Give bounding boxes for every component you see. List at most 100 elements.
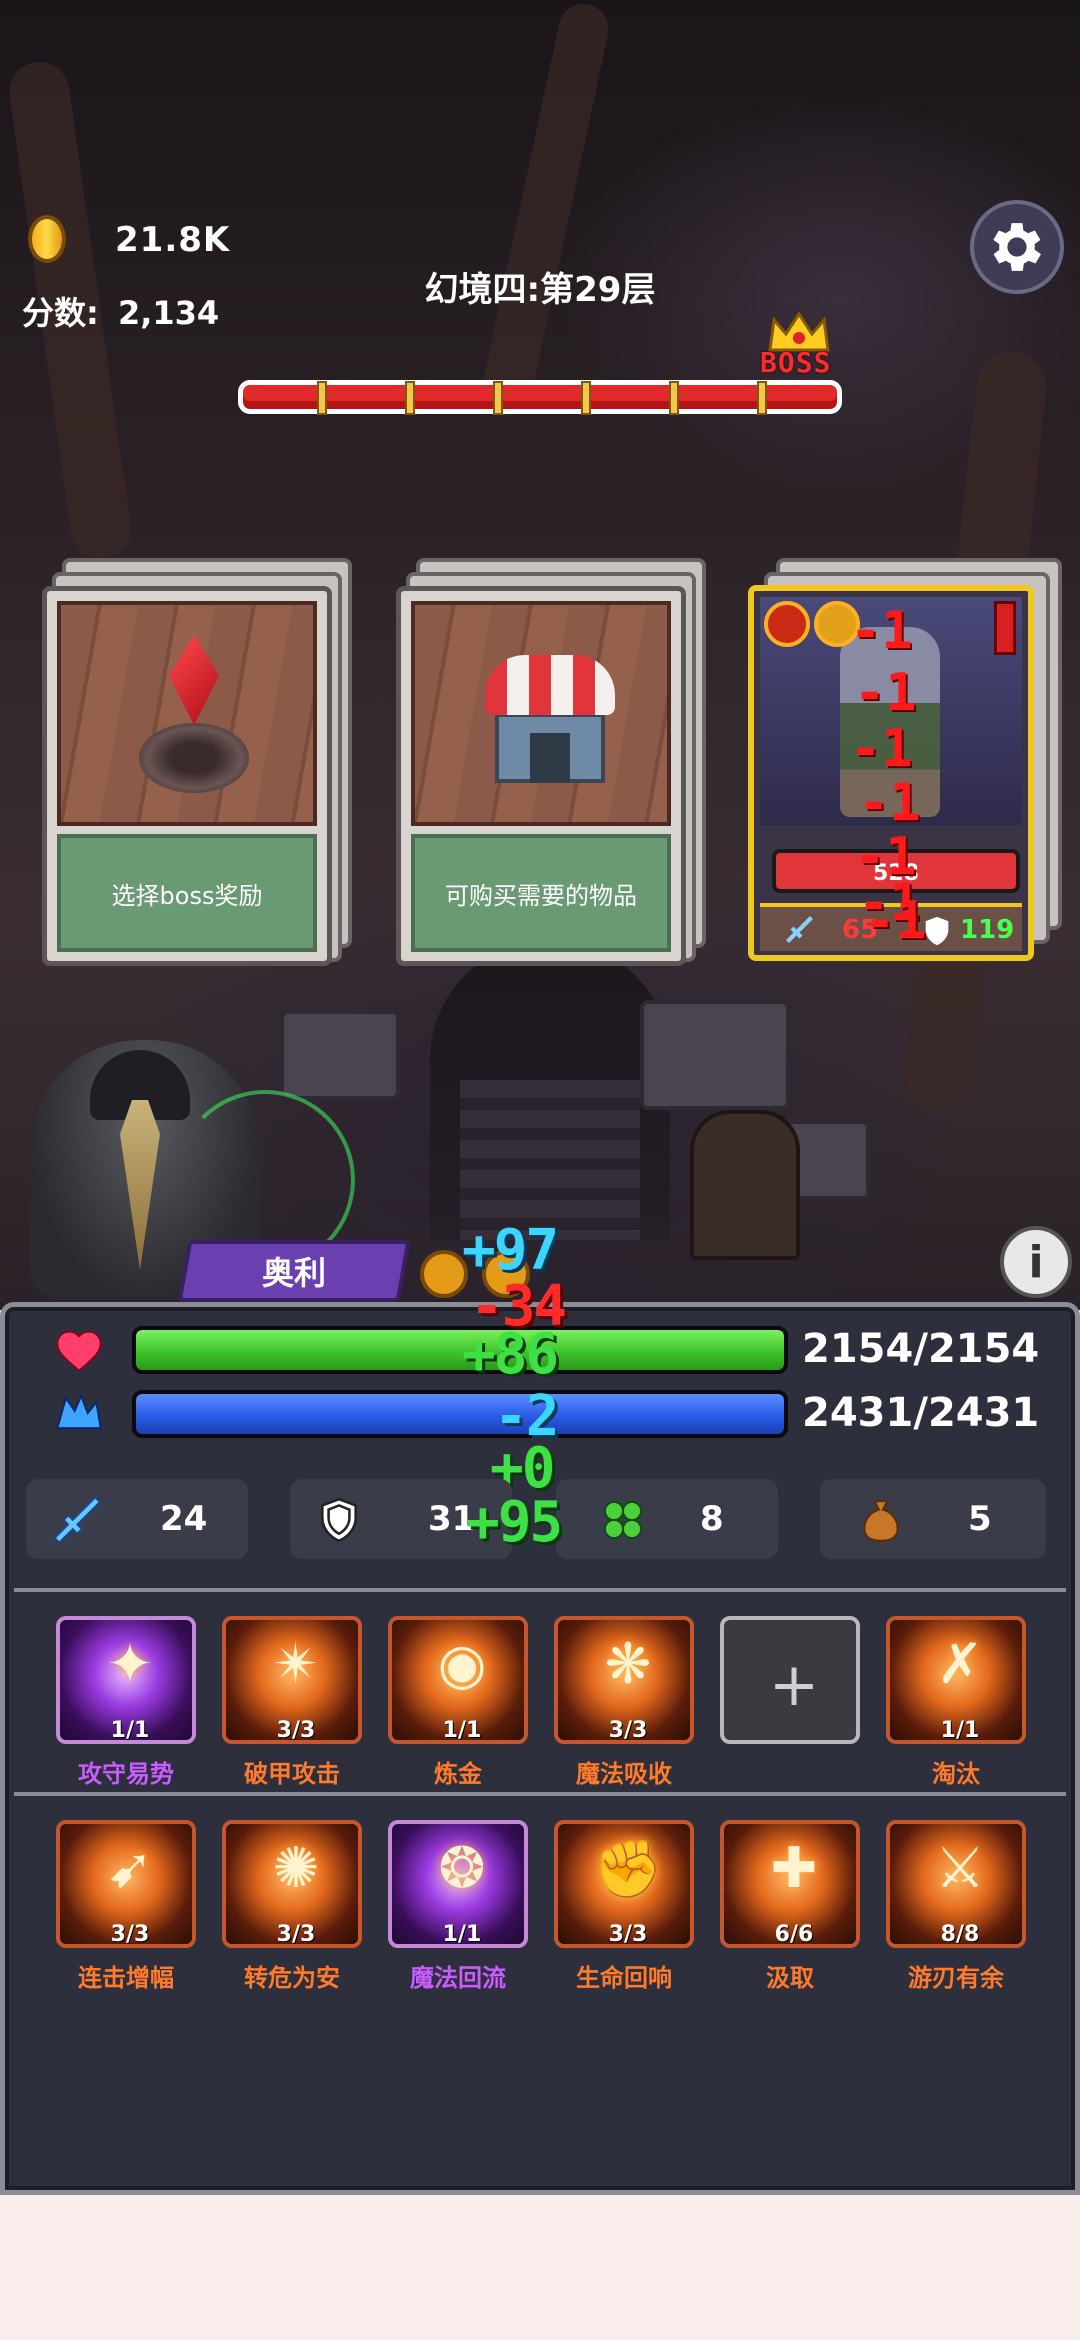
skill-tile: ⚔ 8/8 xyxy=(886,1820,1026,1948)
skill-level: 1/1 xyxy=(110,1718,150,1743)
skill-level: 1/1 xyxy=(442,1922,482,1947)
skill-icon: ✴ xyxy=(272,1632,320,1697)
skill-tile: ✊ 3/3 xyxy=(554,1820,694,1948)
stat-bag[interactable]: 5 xyxy=(820,1479,1046,1559)
gear-icon xyxy=(993,223,1041,271)
hero-name: 奥利 xyxy=(261,1254,326,1292)
progress-marker xyxy=(317,381,327,415)
floating-number: +95 xyxy=(466,1490,563,1555)
floating-number: +86 xyxy=(462,1322,559,1387)
add-skill-slot[interactable]: + xyxy=(720,1616,860,1786)
skill-tile: ✴ 3/3 xyxy=(222,1616,362,1744)
skill-name: 魔法回流 xyxy=(410,1964,506,1992)
damage-number: -1 xyxy=(850,601,913,661)
hp-bar xyxy=(132,1326,788,1374)
rage-badge-icon xyxy=(764,601,810,647)
skill-slot[interactable]: ⚔ 8/8 游刃有余 xyxy=(886,1820,1026,1992)
coin-balance: 21.8K xyxy=(115,220,231,260)
shop-door xyxy=(530,733,570,783)
info-button[interactable]: i xyxy=(1000,1226,1072,1298)
skill-slot[interactable]: ✦ 1/1 攻守易势 xyxy=(56,1616,196,1788)
progress-marker xyxy=(581,381,591,415)
skill-name: 魔法吸收 xyxy=(576,1760,672,1788)
skill-tile: ❂ 1/1 xyxy=(388,1820,528,1948)
stat-value: 5 xyxy=(968,1499,992,1539)
card-art xyxy=(411,601,671,826)
hp-text: 2154/2154 xyxy=(802,1326,1040,1372)
mp-bar-fill xyxy=(136,1394,784,1434)
skill-level: 1/1 xyxy=(940,1718,980,1743)
skill-slot[interactable]: ✴ 3/3 破甲攻击 xyxy=(222,1616,362,1788)
stat-value: 8 xyxy=(700,1499,724,1539)
buff-icon[interactable] xyxy=(420,1250,468,1298)
boss-enemy-card[interactable]: 528 65 119 -1 -1 -1 -1 -1 -1 -1 xyxy=(748,585,1034,961)
score-value: 2,134 xyxy=(117,294,220,332)
money-bag-icon xyxy=(854,1493,908,1547)
wooden-chest xyxy=(690,1110,800,1260)
tree-trunk xyxy=(476,0,614,421)
red-crystal-icon xyxy=(169,635,219,725)
skill-level: 3/3 xyxy=(276,1922,316,1947)
skill-level: 6/6 xyxy=(774,1922,814,1947)
skill-level: 3/3 xyxy=(110,1922,150,1947)
stone-block xyxy=(640,1000,790,1110)
skill-tile: ✦ 1/1 xyxy=(56,1616,196,1744)
damage-number: -1 xyxy=(858,773,921,833)
clover-icon xyxy=(596,1493,650,1547)
plus-icon: + xyxy=(768,1650,820,1720)
damage-number: -1 xyxy=(864,891,927,951)
score: 分数: 2,134 xyxy=(22,288,219,334)
skill-level: 3/3 xyxy=(608,1922,648,1947)
boss-defense: 119 xyxy=(960,915,1015,945)
sword-icon xyxy=(786,916,813,943)
level-title: 幻境四:第29层 xyxy=(424,270,656,310)
boss-flag-icon xyxy=(994,601,1016,655)
skill-slot[interactable]: ➹ 3/3 连击增幅 xyxy=(56,1820,196,1992)
level-progress-bar xyxy=(238,380,842,415)
coin-icon xyxy=(28,215,66,263)
skill-name: 转危为安 xyxy=(244,1964,340,1992)
stat-luck[interactable]: 8 xyxy=(556,1479,778,1559)
skill-slot[interactable]: ❂ 1/1 魔法回流 xyxy=(388,1820,528,1992)
shop-icon xyxy=(485,655,615,715)
damage-number: -1 xyxy=(850,719,913,779)
skill-slot[interactable]: ◉ 1/1 炼金 xyxy=(388,1616,528,1788)
skill-tile: ➹ 3/3 xyxy=(56,1820,196,1948)
skill-icon: ➹ xyxy=(106,1836,154,1901)
skill-icon: ✊ xyxy=(593,1837,663,1902)
reward-card[interactable]: 选择boss奖励 xyxy=(42,558,352,966)
stat-attack[interactable]: 24 xyxy=(26,1479,248,1559)
settings-button[interactable] xyxy=(970,200,1064,294)
stat-value: 24 xyxy=(160,1499,208,1539)
skill-slot[interactable]: ✚ 6/6 汲取 xyxy=(720,1820,860,1992)
mana-icon xyxy=(50,1388,108,1438)
skill-name: 攻守易势 xyxy=(78,1760,174,1788)
skill-tile: ◉ 1/1 xyxy=(388,1616,528,1744)
skill-name: 淘汰 xyxy=(932,1760,980,1788)
skill-icon: ⚔ xyxy=(934,1836,986,1901)
pedestal-icon xyxy=(139,723,249,793)
skill-tile: ✺ 3/3 xyxy=(222,1820,362,1948)
skill-tile: ✚ 6/6 xyxy=(720,1820,860,1948)
divider xyxy=(14,1792,1066,1796)
stone-block xyxy=(280,1010,400,1100)
skill-slot[interactable]: ✺ 3/3 转危为安 xyxy=(222,1820,362,1992)
skill-slot[interactable]: ❋ 3/3 魔法吸收 xyxy=(554,1616,694,1788)
card-face: 选择boss奖励 xyxy=(42,586,332,966)
progress-marker xyxy=(493,381,503,415)
mp-bar xyxy=(132,1390,788,1438)
skill-icon: ✺ xyxy=(272,1836,320,1901)
progress-marker xyxy=(669,381,679,415)
skill-level: 3/3 xyxy=(276,1718,316,1743)
divider xyxy=(14,1588,1066,1592)
shop-card[interactable]: 可购买需要的物品 xyxy=(396,558,706,966)
skill-slot[interactable]: ✊ 3/3 生命回响 xyxy=(554,1820,694,1992)
skill-slot[interactable]: ✗ 1/1 淘汰 xyxy=(886,1616,1026,1788)
mp-text: 2431/2431 xyxy=(802,1390,1040,1436)
skill-level: 8/8 xyxy=(940,1922,980,1947)
skill-tile: ❋ 3/3 xyxy=(554,1616,694,1744)
skill-level: 3/3 xyxy=(608,1718,648,1743)
skill-name: 炼金 xyxy=(434,1760,482,1788)
hero-name-tag: 奥利 xyxy=(177,1240,411,1302)
skill-name: 汲取 xyxy=(766,1964,814,1992)
